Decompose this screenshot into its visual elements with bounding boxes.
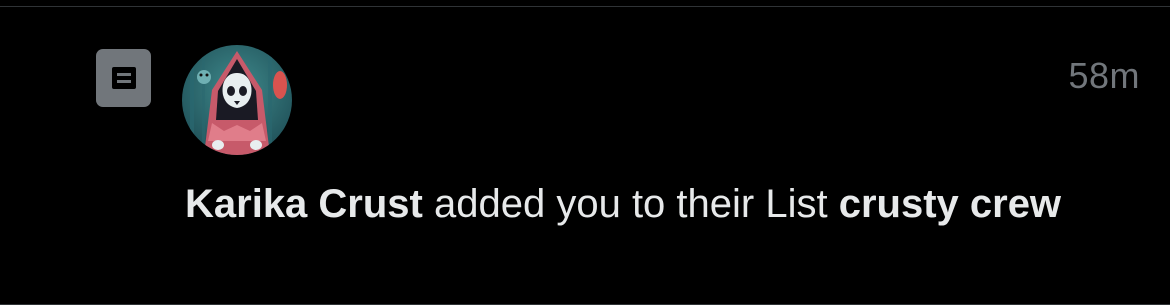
top-divider bbox=[0, 0, 1170, 7]
action-text: added you to their List bbox=[422, 182, 839, 226]
list-name[interactable]: crusty crew bbox=[839, 182, 1061, 226]
list-notification[interactable]: 58m Karika Crust added you to their List… bbox=[0, 7, 1170, 304]
actor-name[interactable]: Karika Crust bbox=[185, 182, 423, 226]
notification-message: Karika Crust added you to their List cru… bbox=[185, 173, 1085, 235]
list-icon bbox=[96, 49, 151, 107]
avatar-hooded-figure-icon bbox=[182, 45, 292, 155]
avatar[interactable] bbox=[182, 45, 292, 155]
list-glyph bbox=[111, 67, 136, 89]
timestamp: 58m bbox=[1068, 55, 1140, 96]
